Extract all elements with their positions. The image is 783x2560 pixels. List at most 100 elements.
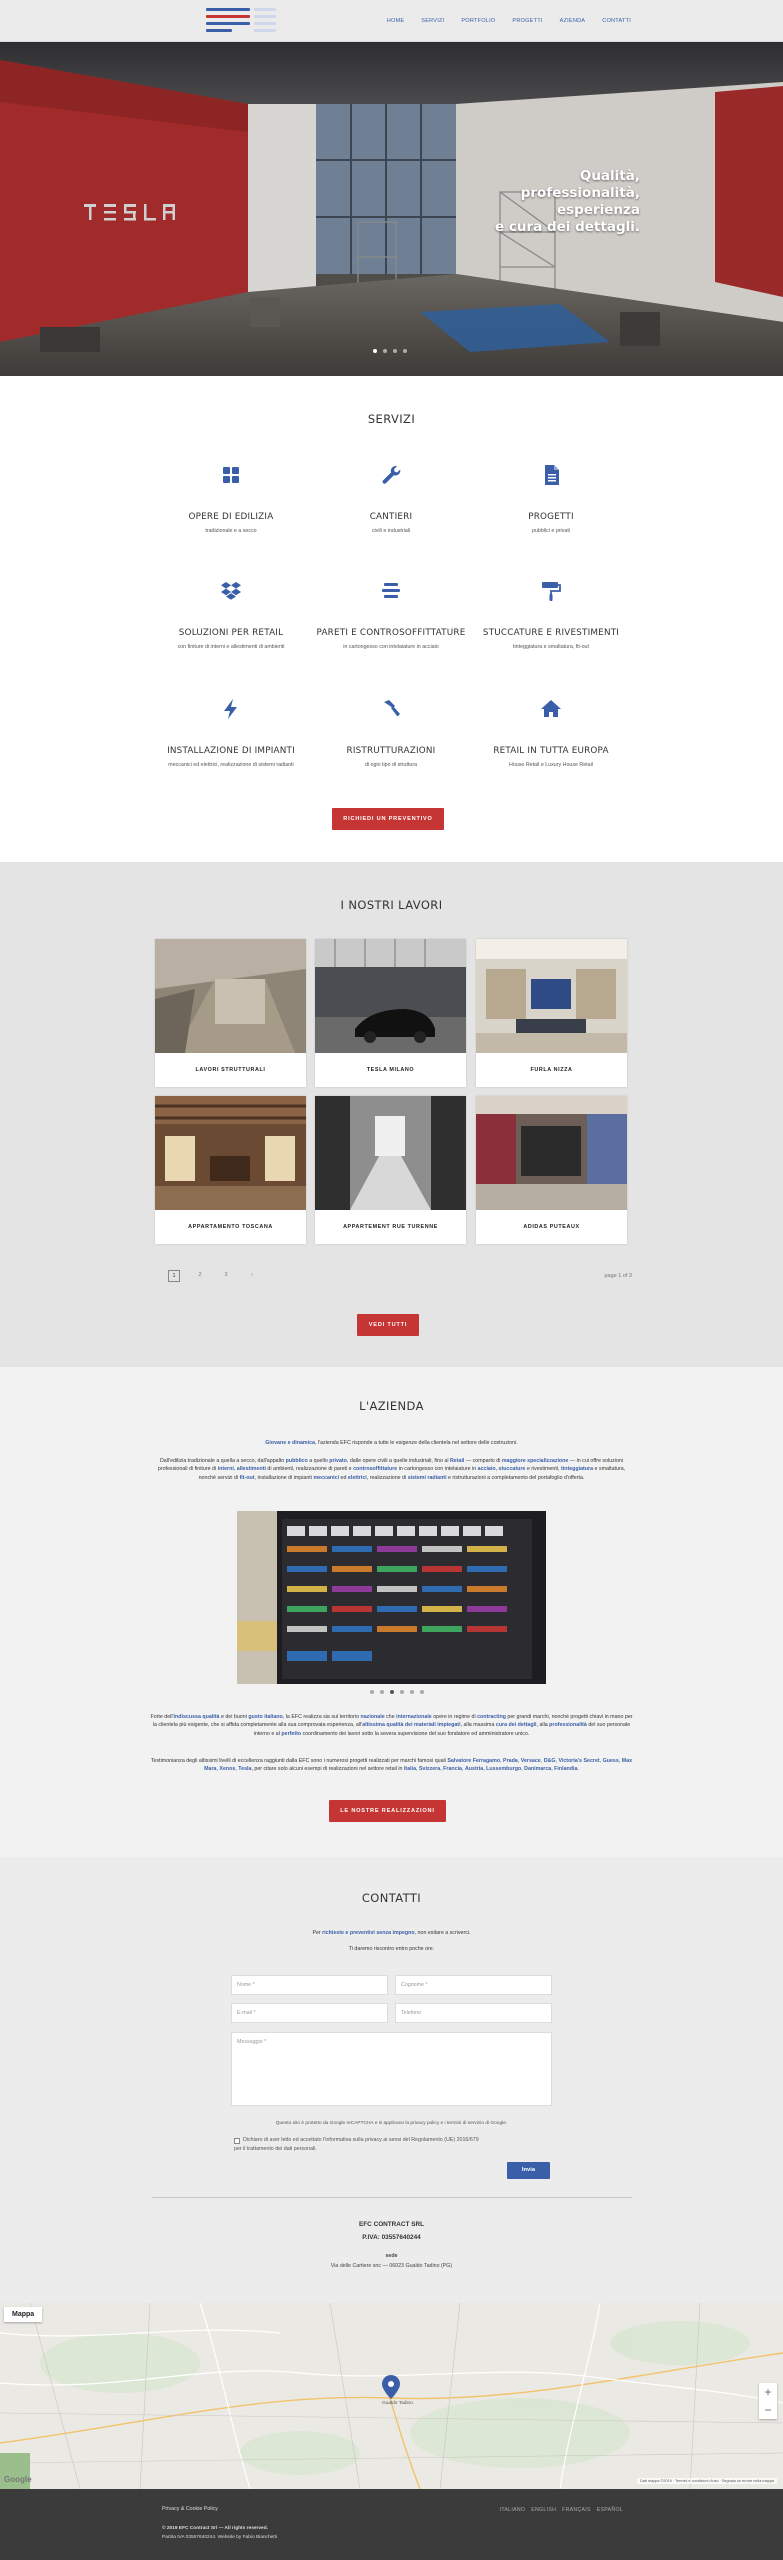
hero-dot[interactable] <box>393 349 397 353</box>
slider-dot[interactable] <box>380 1690 384 1694</box>
service-subtitle: pubblici e privati <box>532 528 570 534</box>
lang-fr[interactable]: FRANÇAIS <box>562 2507 591 2513</box>
page-link[interactable]: 3 <box>220 1270 232 1282</box>
portfolio-caption: FURLA NIZZA <box>530 1067 573 1073</box>
hero-headline-line: professionalità, <box>520 185 640 201</box>
next-page-link[interactable]: › <box>246 1270 258 1282</box>
portfolio-card[interactable]: LAVORI STRUTTURALI <box>155 939 306 1087</box>
paint-roller-icon <box>542 582 561 601</box>
portfolio-section: I NOSTRI LAVORI LAVORI STRUTTURALI TESLA… <box>0 862 783 1367</box>
service-subtitle: House Retail e Luxury House Retail <box>509 762 593 768</box>
portfolio-card[interactable]: FURLA NIZZA <box>476 939 627 1087</box>
nav-contatti[interactable]: CONTATTI <box>602 18 631 24</box>
lang-it[interactable]: ITALIANO <box>500 2507 526 2513</box>
portfolio-caption: TESLA MILANO <box>366 1067 415 1073</box>
logo[interactable] <box>206 8 276 34</box>
contact-section: CONTATTI Per richieste e preventivi senz… <box>0 1857 783 2303</box>
portfolio-card[interactable]: ADIDAS PUTEAUX <box>476 1096 627 1244</box>
service-title: STUCCATURE E RIVESTIMENTI <box>482 628 620 638</box>
zoom-in-button[interactable]: + <box>759 2383 777 2401</box>
our-works-button[interactable]: LE NOSTRE REALIZZAZIONI <box>329 1800 446 1822</box>
about-section: L'AZIENDA Giovane e dinamica, l'azienda … <box>0 1367 783 1857</box>
portfolio-card[interactable]: APPARTEMENT RUE TURENNE <box>315 1096 466 1244</box>
service-item: RISTRUTTURAZIONI di ogni tipo di struttu… <box>316 696 466 768</box>
page-link[interactable]: 2 <box>194 1270 206 1282</box>
layers-icon <box>382 583 400 598</box>
service-item: SOLUZIONI PER RETAIL con finiture di int… <box>156 578 306 650</box>
zoom-out-button[interactable]: − <box>759 2401 777 2419</box>
slider-dot[interactable] <box>400 1690 404 1694</box>
portfolio-image <box>315 939 466 1053</box>
portfolio-caption: LAVORI STRUTTURALI <box>195 1067 266 1073</box>
company-vat: P.IVA: 03557640244 <box>362 2234 421 2241</box>
nav-azienda[interactable]: AZIENDA <box>560 18 586 24</box>
main-nav: HOME SERVIZI PORTFOLIO PROGETTI AZIENDA … <box>370 18 631 24</box>
email-field[interactable]: E-mail * <box>231 2003 388 2023</box>
hero-dot[interactable] <box>373 349 377 353</box>
services-section: SERVIZI OPERE DI EDILIZIA tradizionale e… <box>0 376 783 862</box>
hero-headline-line: esperienza <box>556 202 640 218</box>
portfolio-image <box>476 939 627 1053</box>
contact-intro: Per richieste e preventivi senza impegno… <box>312 1930 471 1936</box>
privacy-consent-line-1: Dichiaro di aver letto ed accettato l'in… <box>243 2137 479 2143</box>
service-subtitle: di ogni tipo di struttura <box>364 762 418 768</box>
lang-es[interactable]: ESPAÑOL <box>597 2507 623 2513</box>
company-name: EFC CONTRACT SRL <box>359 2221 424 2228</box>
map-type-tab[interactable]: Mappa <box>4 2307 43 2322</box>
contact-intro-2: Ti daremo riscontro entro poche ore. <box>348 1946 435 1952</box>
portfolio-caption: APPARTAMENTO TOSCANA <box>188 1224 273 1230</box>
hero-dot[interactable] <box>383 349 387 353</box>
headquarters-label: sede <box>385 2253 398 2259</box>
submit-button[interactable]: Invia <box>507 2162 550 2179</box>
phone-field[interactable]: Telefono <box>395 2003 552 2023</box>
about-slider-image[interactable] <box>237 1511 546 1684</box>
portfolio-card[interactable]: APPARTAMENTO TOSCANA <box>155 1096 306 1244</box>
hammer-icon <box>384 700 400 717</box>
message-field[interactable]: Messaggio * <box>231 2032 552 2106</box>
language-switcher: ITALIANO ENGLISH FRANÇAIS ESPAÑOL <box>500 2507 623 2513</box>
service-subtitle: tradizionale e a secco <box>205 528 257 534</box>
portfolio-card[interactable]: TESLA MILANO <box>315 939 466 1087</box>
map-tiles <box>0 2303 783 2489</box>
hero-pagination <box>373 349 407 353</box>
hero-headline-line: e cura dei dettagli. <box>495 219 640 235</box>
name-field[interactable]: Nome * <box>231 1975 388 1995</box>
nav-home[interactable]: HOME <box>387 18 405 24</box>
site-header: HOME SERVIZI PORTFOLIO PROGETTI AZIENDA … <box>0 0 783 42</box>
nav-portfolio[interactable]: PORTFOLIO <box>461 18 495 24</box>
about-paragraph: Giovane e dinamica, l'azienda EFC rispon… <box>265 1440 518 1446</box>
request-quote-button[interactable]: RICHIEDI UN PREVENTIVO <box>332 808 444 830</box>
service-item: INSTALLAZIONE DI IMPIANTI meccanici ed e… <box>156 696 306 768</box>
grid-icon <box>223 467 239 483</box>
view-all-button[interactable]: VEDI TUTTI <box>357 1314 419 1336</box>
service-subtitle: meccanici ed elettrici, realizzazione di… <box>168 762 294 768</box>
nav-servizi[interactable]: SERVIZI <box>421 18 444 24</box>
nav-progetti[interactable]: PROGETTI <box>512 18 542 24</box>
surname-field[interactable]: Cognome * <box>395 1975 552 1995</box>
privacy-consent-line-2: per il trattamento dei dati personali. <box>234 2146 317 2152</box>
slider-dot[interactable] <box>420 1690 424 1694</box>
about-paragraph: Testimonianza degli altissimi livelli di… <box>150 1758 633 1773</box>
slider-dot[interactable] <box>370 1690 374 1694</box>
portfolio-pagination: 1 2 3 › <box>168 1270 258 1282</box>
privacy-checkbox[interactable] <box>234 2138 240 2144</box>
service-title: SOLUZIONI PER RETAIL <box>178 628 284 638</box>
service-title: PROGETTI <box>528 512 574 522</box>
map[interactable]: Gualdo Tadino Mappa + − Google Dati mapp… <box>0 2303 783 2489</box>
service-title: PARETI E CONTROSOFFITTATURE <box>316 628 466 638</box>
hero-dot[interactable] <box>403 349 407 353</box>
slider-dot[interactable] <box>390 1690 394 1694</box>
portfolio-image <box>476 1096 627 1210</box>
portfolio-image <box>315 1096 466 1210</box>
map-attribution[interactable]: Dati mappa ©2019 · Termini e condizioni … <box>637 2478 777 2484</box>
hero-slider[interactable]: Qualità, professionalità, esperienza e c… <box>0 42 783 376</box>
service-title: RETAIL IN TUTTA EUROPA <box>493 746 609 756</box>
lang-en[interactable]: ENGLISH <box>531 2507 556 2513</box>
service-title: CANTIERI <box>369 512 413 522</box>
page-link[interactable]: 1 <box>168 1270 180 1282</box>
privacy-link[interactable]: Privacy & Cookie Policy <box>162 2506 218 2512</box>
slider-dot[interactable] <box>410 1690 414 1694</box>
contact-title: CONTATTI <box>361 1891 422 1905</box>
company-address: Via delle Cartiere snc — 06023 Gualdo Ta… <box>330 2263 453 2269</box>
map-pin-label: Gualdo Tadino <box>382 2401 413 2406</box>
